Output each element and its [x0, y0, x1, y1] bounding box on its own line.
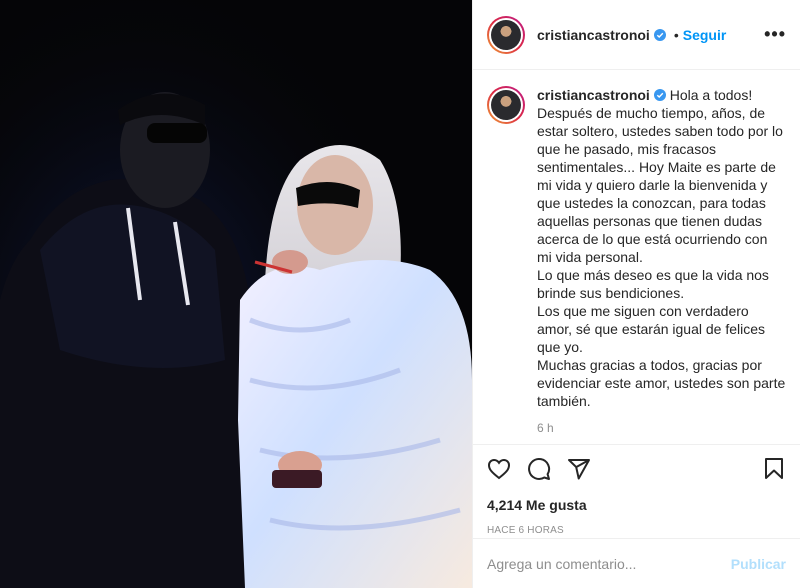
verified-badge-icon [653, 89, 666, 101]
caption: cristiancastronoi Hola a todos! Después … [473, 70, 800, 442]
post-header: cristiancastronoi • Seguir ••• [473, 0, 800, 70]
post-actions: 4,214 Me gusta HACE 6 HORAS [473, 444, 800, 536]
couple-photo-image [0, 0, 472, 588]
follow-button[interactable]: Seguir [683, 27, 727, 43]
separator-dot: • [673, 26, 679, 43]
send-icon[interactable] [567, 457, 591, 481]
comment-bar: Publicar [473, 538, 800, 588]
like-count[interactable]: 4,214 Me gusta [487, 497, 786, 513]
avatar[interactable] [487, 15, 525, 54]
post-photo[interactable] [0, 0, 472, 588]
post-sidebar: cristiancastronoi • Seguir ••• cristianc… [472, 0, 800, 588]
caption-avatar[interactable] [487, 86, 525, 124]
post-timestamp: HACE 6 HORAS [487, 525, 564, 536]
header-username[interactable]: cristiancastronoi [537, 27, 650, 43]
caption-body: cristiancastronoi Hola a todos! Después … [537, 86, 786, 442]
comment-input[interactable] [487, 555, 731, 572]
heart-icon[interactable] [487, 457, 511, 481]
caption-text: Hola a todos! Después de mucho tiempo, a… [537, 87, 786, 409]
caption-time[interactable]: 6 h [537, 419, 786, 437]
caption-username[interactable]: cristiancastronoi [537, 87, 650, 103]
comment-icon[interactable] [527, 457, 551, 481]
more-options-icon[interactable]: ••• [764, 24, 786, 45]
verified-badge-icon [653, 28, 666, 41]
bookmark-icon[interactable] [762, 457, 786, 481]
publish-button[interactable]: Publicar [731, 556, 786, 572]
